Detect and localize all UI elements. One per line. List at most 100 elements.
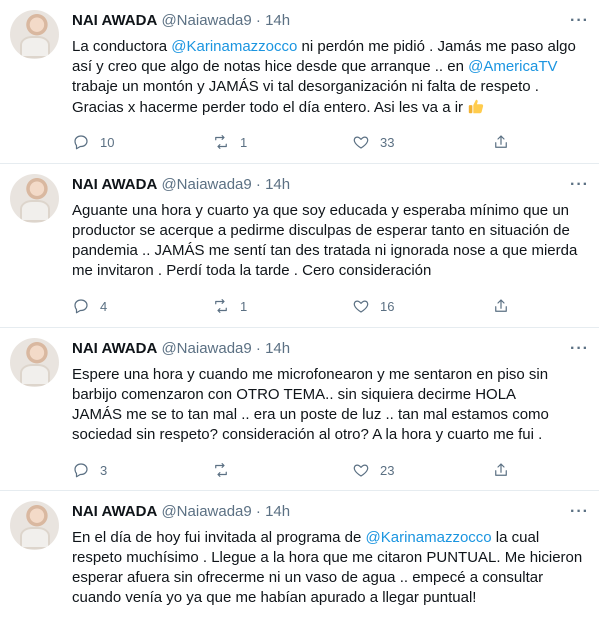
like-count: 23 <box>380 462 395 478</box>
text-segment: me invitaron . Perdí toda la tarde . Cer… <box>72 262 432 279</box>
text-segment: la cual <box>491 529 540 546</box>
tweet[interactable]: NAI AWADA @Naiawada9 · 14h ··· En el día d… <box>0 491 599 620</box>
display-name[interactable]: NAI AWADA <box>72 12 157 29</box>
tweet-text: Espere una hora y cuando me microfonearo… <box>72 365 584 445</box>
like-count: 16 <box>380 298 395 314</box>
tweet-header: NAI AWADA @Naiawada9 · 14h <box>72 12 290 29</box>
text-segment: cuando venía yo ya que me habían apurado… <box>72 589 477 606</box>
text-segment: pandemia .. JAMÁS me sentí tan des trata… <box>72 242 578 259</box>
reply-button[interactable]: 3 <box>72 461 212 479</box>
timestamp[interactable]: 14h <box>265 340 290 357</box>
mention-link[interactable]: @Karinamazzocco <box>366 529 492 546</box>
text-segment: Espere una hora y cuando me microfonearo… <box>72 366 549 383</box>
tweet-text-line: En el día de hoy fui invitada al program… <box>72 528 584 548</box>
avatar[interactable] <box>10 338 59 387</box>
tweet-text: En el día de hoy fui invitada al program… <box>72 528 584 608</box>
tweet-text: Aguante una hora y cuarto ya que soy edu… <box>72 201 584 281</box>
retweet-button[interactable] <box>212 461 352 479</box>
text-segment: ni perdón me pidió . Jamás me paso algo <box>297 38 576 55</box>
timestamp[interactable]: 14h <box>265 176 290 193</box>
tweet-text-line: sociedad sin respeto? consideración al o… <box>72 425 584 445</box>
more-options-icon[interactable]: ··· <box>570 12 589 30</box>
tweet-text-line: esperar afuera sin ofrecerme ni un vaso … <box>72 568 584 588</box>
reply-icon <box>74 135 88 150</box>
tweet-text-line: barbijo comenzaron con OTRO TEMA.. sin s… <box>72 385 584 405</box>
heart-icon <box>353 136 369 149</box>
tweet-text-line: JAMÁS me se to tan mal .. era un poste d… <box>72 405 584 425</box>
more-options-icon[interactable]: ··· <box>570 503 589 521</box>
retweet-count: 1 <box>240 134 248 150</box>
share-button[interactable] <box>492 297 520 315</box>
like-button[interactable]: 23 <box>352 461 492 479</box>
tweet[interactable]: NAI AWADA @Naiawada9 · 14h ··· Aguante una… <box>0 164 599 328</box>
user-handle[interactable]: @Naiawada9 <box>161 503 251 520</box>
retweet-button[interactable]: 1 <box>212 297 352 315</box>
like-button[interactable]: 16 <box>352 297 492 315</box>
mention-link[interactable]: @AmericaTV <box>468 58 557 75</box>
text-segment: productor se acerque a pedirme disculpas… <box>72 222 570 239</box>
reply-count: 10 <box>100 134 115 150</box>
text-segment: Aguante una hora y cuarto ya que soy edu… <box>72 202 569 219</box>
reply-button[interactable]: 4 <box>72 297 212 315</box>
retweet-icon <box>215 135 227 149</box>
tweet[interactable]: NAI AWADA @Naiawada9 · 14h ··· La conducto… <box>0 0 599 164</box>
tweet-text-line: cuando venía yo ya que me habían apurado… <box>72 588 584 608</box>
text-segment: barbijo comenzaron con OTRO TEMA.. sin s… <box>72 386 517 403</box>
tweet-text: La conductora @Karinamazzocco ni perdón … <box>72 37 584 117</box>
avatar[interactable] <box>10 174 59 223</box>
retweet-button[interactable]: 1 <box>212 133 352 151</box>
tweet-text-line: La conductora @Karinamazzocco ni perdón … <box>72 37 584 57</box>
like-count: 33 <box>380 134 395 150</box>
heart-icon <box>353 300 369 313</box>
user-handle[interactable]: @Naiawada9 <box>161 176 251 193</box>
retweet-count: 1 <box>240 298 248 314</box>
timeline: NAI AWADA @Naiawada9 · 14h ··· La conducto… <box>0 0 599 620</box>
display-name[interactable]: NAI AWADA <box>72 503 157 520</box>
avatar[interactable] <box>10 501 59 550</box>
reply-button[interactable]: 10 <box>72 133 212 151</box>
text-segment: trabaje un montón y JAMÁS vi tal desorga… <box>72 78 539 95</box>
text-segment: En el día de hoy fui invitada al program… <box>72 529 366 546</box>
separator-dot: · <box>255 340 261 357</box>
mention-link[interactable]: @Karinamazzocco <box>171 38 297 55</box>
tweet-text-line: me invitaron . Perdí toda la tarde . Cer… <box>72 261 584 281</box>
tweet-text-line: trabaje un montón y JAMÁS vi tal desorga… <box>72 77 584 97</box>
user-handle[interactable]: @Naiawada9 <box>161 340 251 357</box>
more-options-icon[interactable]: ··· <box>570 176 589 194</box>
text-segment: La conductora <box>72 38 172 55</box>
tweet-header: NAI AWADA @Naiawada9 · 14h <box>72 503 290 520</box>
separator-dot: · <box>255 12 261 29</box>
avatar[interactable] <box>10 10 59 59</box>
text-segment: esperar afuera sin ofrecerme ni un vaso … <box>72 569 544 586</box>
tweet[interactable]: NAI AWADA @Naiawada9 · 14h ··· Espere una … <box>0 328 599 491</box>
like-button[interactable]: 33 <box>352 133 492 151</box>
reply-count: 4 <box>100 298 108 314</box>
tweet-header: NAI AWADA @Naiawada9 · 14h <box>72 176 290 193</box>
more-options-icon[interactable]: ··· <box>570 340 589 358</box>
tweet-text-line: Gracias x hacerme perder todo el día ent… <box>72 97 584 117</box>
tweet-actions: 4 1 16 <box>72 296 572 316</box>
text-segment: sociedad sin respeto? consideración al o… <box>72 426 543 443</box>
retweet-icon <box>215 463 227 477</box>
separator-dot: · <box>255 176 261 193</box>
display-name[interactable]: NAI AWADA <box>72 176 157 193</box>
heart-icon <box>353 464 369 477</box>
share-button[interactable] <box>492 461 520 479</box>
tweet-text-line: así y creo que algo de notas hice desde … <box>72 57 584 77</box>
display-name[interactable]: NAI AWADA <box>72 340 157 357</box>
tweet-text-line: respeto muchísimo . Llegue a la hora que… <box>72 548 584 568</box>
user-handle[interactable]: @Naiawada9 <box>161 12 251 29</box>
tweet-actions: 3 23 <box>72 460 572 480</box>
tweet-text-line: pandemia .. JAMÁS me sentí tan des trata… <box>72 241 584 261</box>
thumbs-up-icon <box>467 97 485 115</box>
timestamp[interactable]: 14h <box>265 12 290 29</box>
share-icon <box>495 463 507 476</box>
text-segment: Gracias x hacerme perder todo el día ent… <box>72 99 468 116</box>
tweet-text-line: productor se acerque a pedirme disculpas… <box>72 221 584 241</box>
share-button[interactable] <box>492 133 520 151</box>
tweet-actions: 10 1 33 <box>72 132 572 152</box>
retweet-icon <box>215 299 227 313</box>
separator-dot: · <box>255 503 261 520</box>
timestamp[interactable]: 14h <box>265 503 290 520</box>
tweet-header: NAI AWADA @Naiawada9 · 14h <box>72 340 290 357</box>
